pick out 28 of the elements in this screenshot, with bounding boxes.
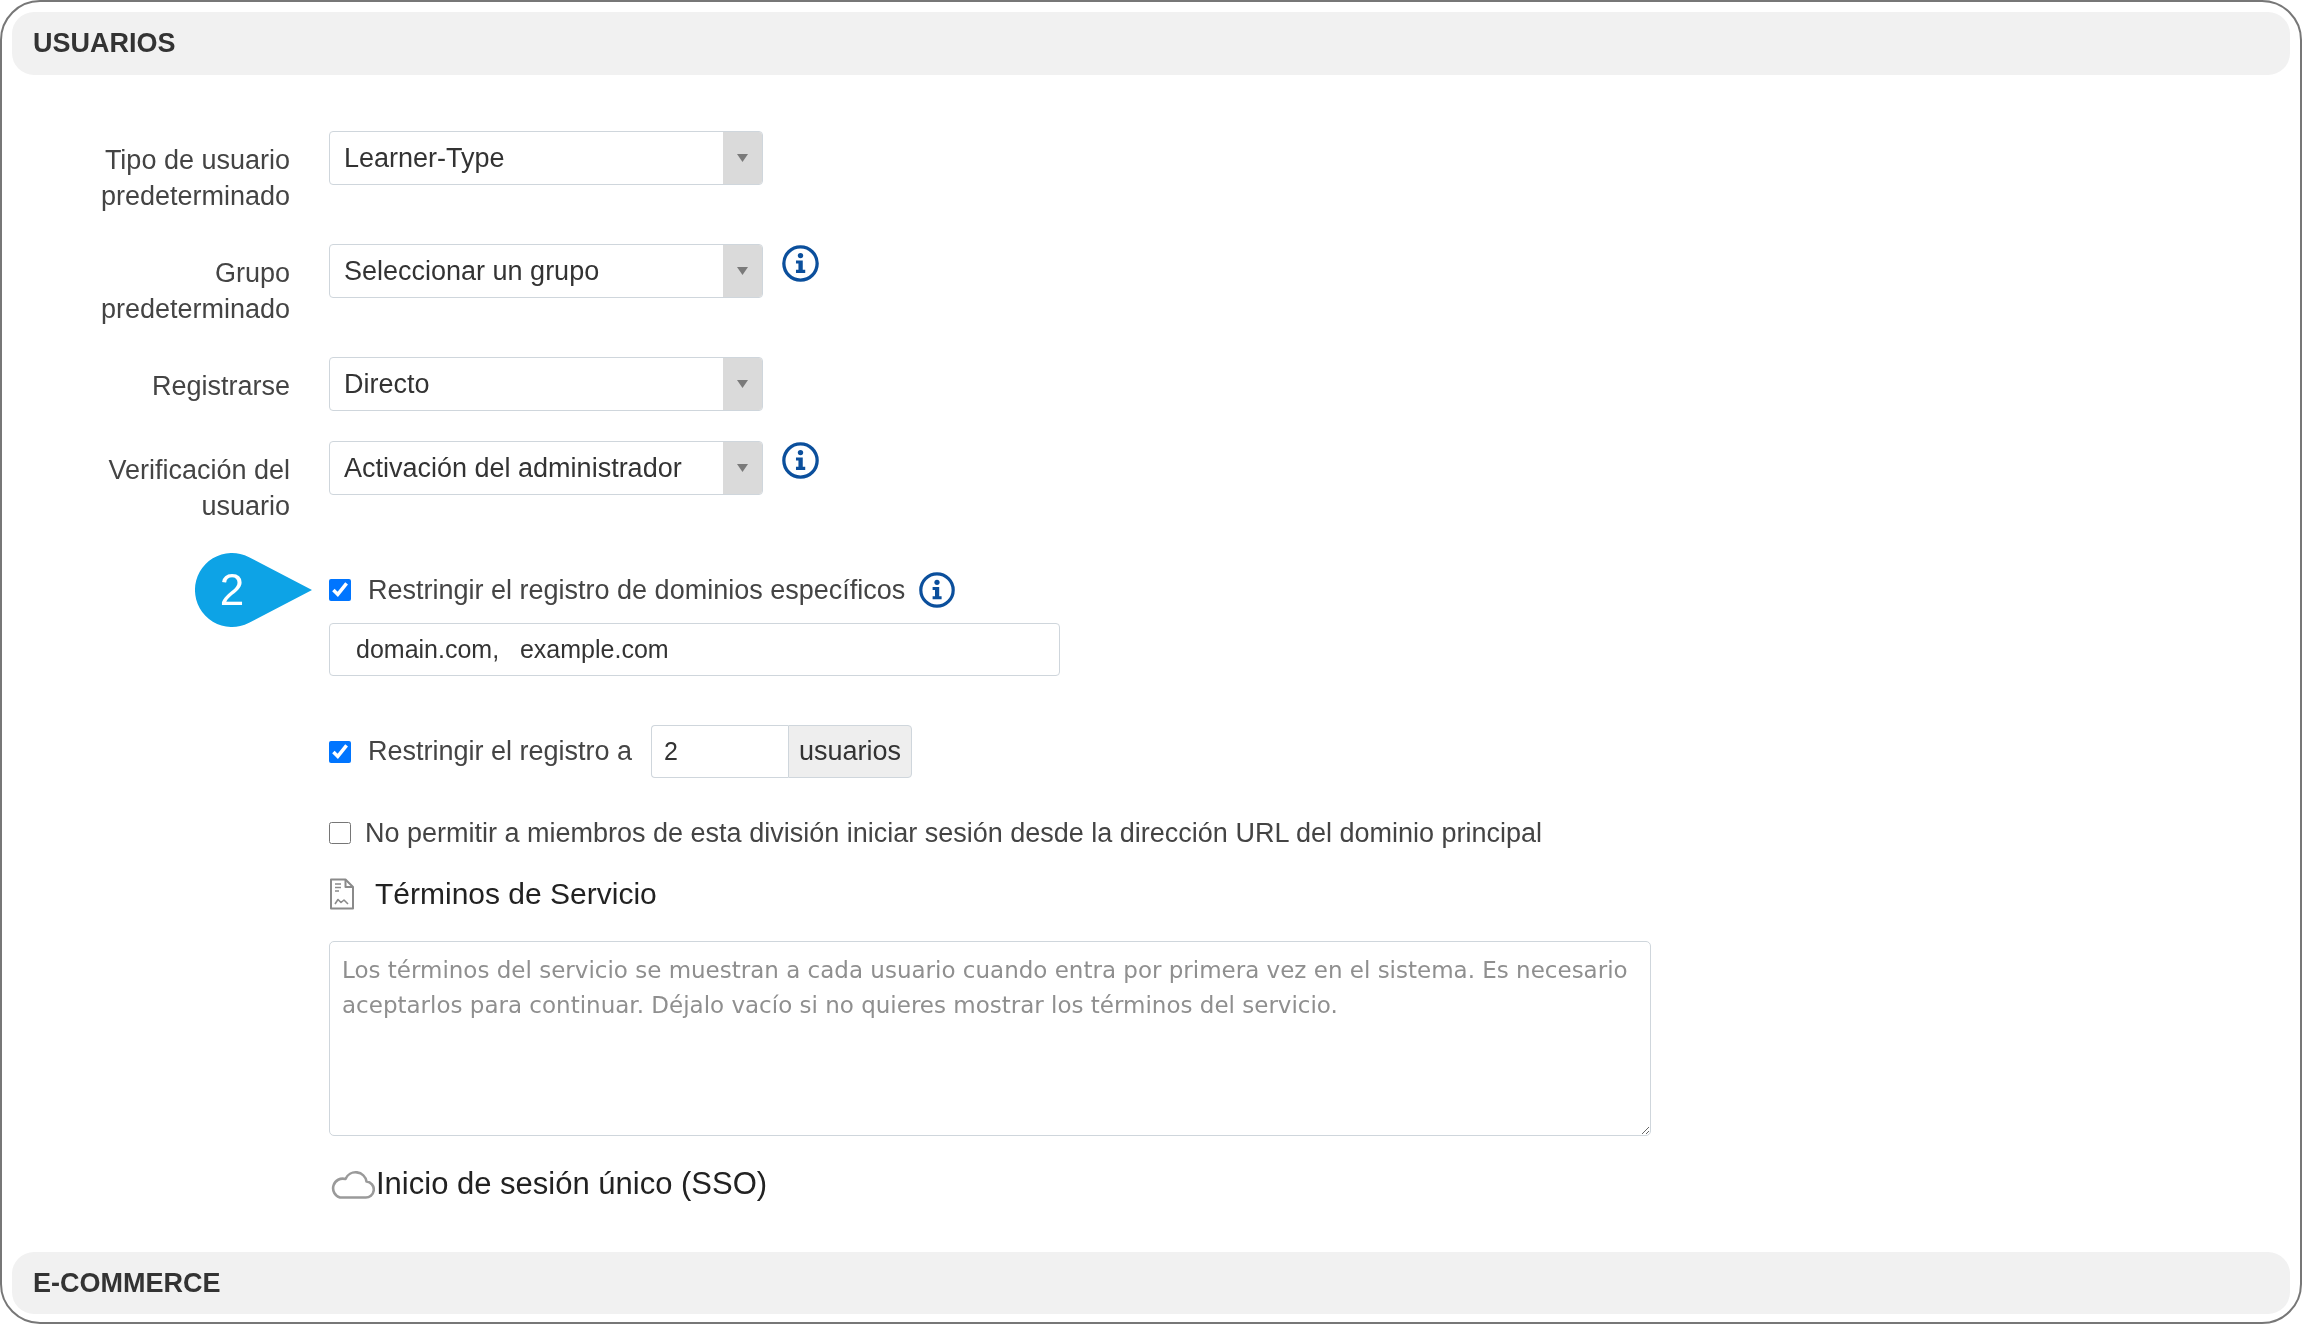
field-label: Tipo de usuario predeterminado [100, 145, 290, 211]
checkbox-label: Restringir el registro de dominios específicos [368, 574, 906, 606]
checkbox-label: No permitir a miembros de esta división iniciar sesión desde la dirección URL del dominio principal [365, 817, 1543, 849]
dropdown[interactable]: Activación del administrador [329, 441, 763, 495]
field-label: Grupo predeterminado [100, 258, 290, 324]
section-header: E-COMMERCE [12, 1252, 2290, 1314]
checkbox-label: Restringir el registro a [368, 736, 633, 767]
field-label: Registrarse [151, 371, 290, 401]
dropdown[interactable]: Learner-Type [329, 131, 763, 185]
cloud-icon [329, 1168, 375, 1200]
dropdown[interactable]: Directo [329, 357, 763, 411]
unit-addon: usuarios [788, 725, 913, 778]
checkbox[interactable] [329, 579, 351, 601]
checkbox[interactable] [329, 740, 351, 763]
field-label: Verificación del usuario [108, 455, 290, 521]
dropdown[interactable]: Seleccionar un grupo [329, 244, 763, 298]
info-icon[interactable] [919, 572, 956, 608]
section-header: USUARIOS [12, 12, 2290, 75]
section-title: Términos de Servicio [375, 877, 657, 911]
terms-field[interactable]: Los términos del servicio se muestran a cada usuario cuando entra por primera vez en el sistema. Es necesario aceptarlos para continuar. Déjalo vacío si no quieres mostrar los términos del servicio. [329, 941, 1651, 1136]
info-icon[interactable] [782, 245, 819, 282]
step-marker: 2 [195, 553, 312, 627]
document-icon [329, 878, 355, 910]
checkbox[interactable] [329, 822, 351, 844]
domains-field[interactable]: domain.com, example.com [329, 623, 1060, 676]
section-title: Inicio de sesión único (SSO) [376, 1166, 768, 1202]
number-field[interactable]: 2 [651, 725, 789, 778]
info-icon[interactable] [782, 442, 819, 479]
